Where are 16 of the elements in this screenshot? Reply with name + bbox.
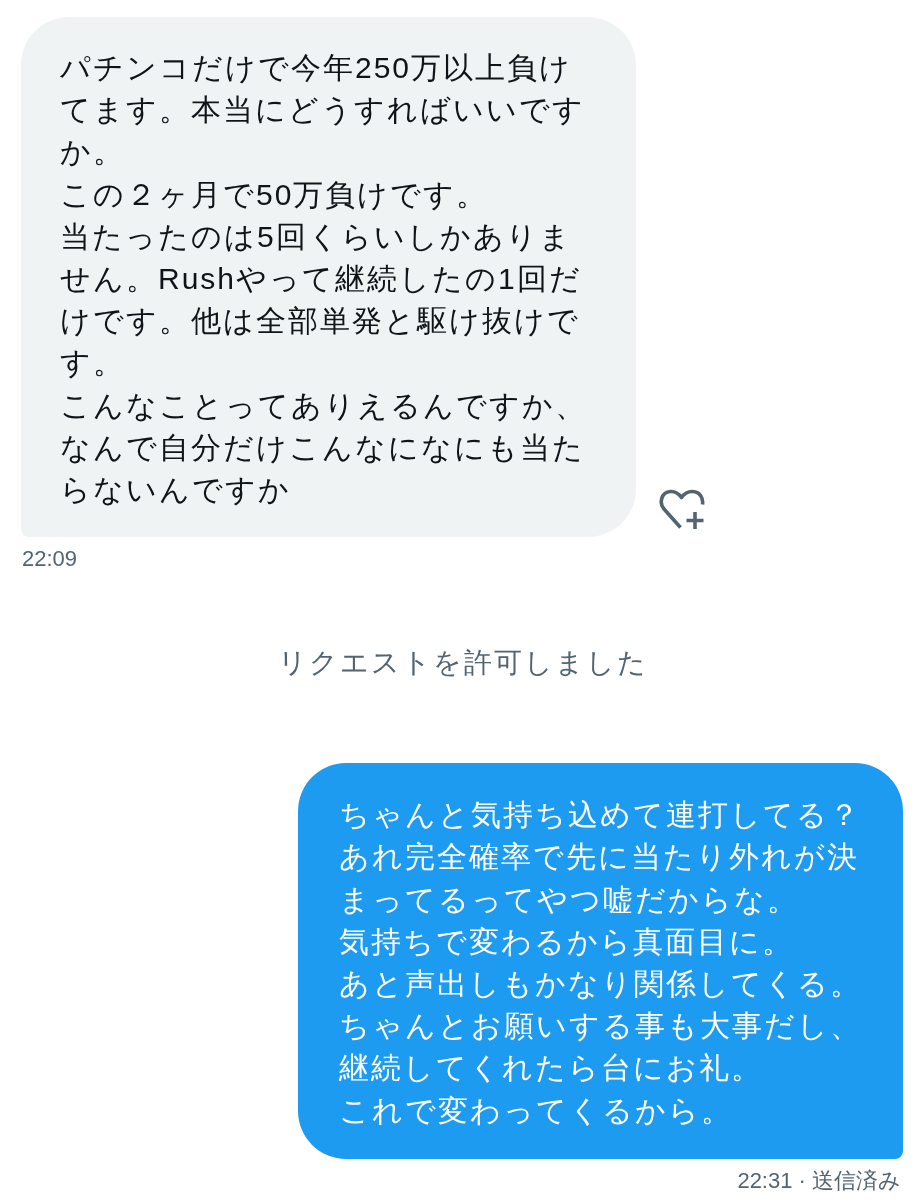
message-paragraph: ちゃんとお願いする事も大事だし、 xyxy=(339,1008,863,1045)
timestamp: 22:09 xyxy=(22,546,78,573)
message-paragraph: 当たったのは5回くらいしかありません。Rushやって継続したの1回だけです。他は全部単発と駆け抜けです。 xyxy=(60,218,583,382)
message-paragraph: これで変わってくるから。 xyxy=(339,1092,734,1129)
heart-plus-icon[interactable] xyxy=(659,489,706,531)
message-paragraph: この２ヶ月で50万負けです。 xyxy=(60,176,490,213)
message-paragraph: なんで自分だけこんなになにも当たらないんですか xyxy=(60,429,586,509)
timestamp: 22:31 · 送信済み xyxy=(737,1167,901,1194)
message-paragraph: あれ完全確率で先に当たり外れが決まってるってやつ嘘だからな。 xyxy=(339,839,860,918)
message-paragraph: ちゃんと気持ち込めて連打してる？ xyxy=(339,797,862,834)
message-paragraph: こんなことってありえるんですか、 xyxy=(60,387,588,424)
message-paragraph: あと声出しもかなり関係してくる。 xyxy=(339,966,863,1003)
system-notice: リクエストを許可しました xyxy=(278,646,648,681)
message-paragraph: 気持ちで変わるから真面目に。 xyxy=(339,923,795,960)
message-paragraph: パチンコだけで今年250万以上負けてます。本当にどうすればいいですか。 xyxy=(60,50,586,171)
message-paragraph: 継続してくれたら台にお礼。 xyxy=(339,1050,764,1087)
